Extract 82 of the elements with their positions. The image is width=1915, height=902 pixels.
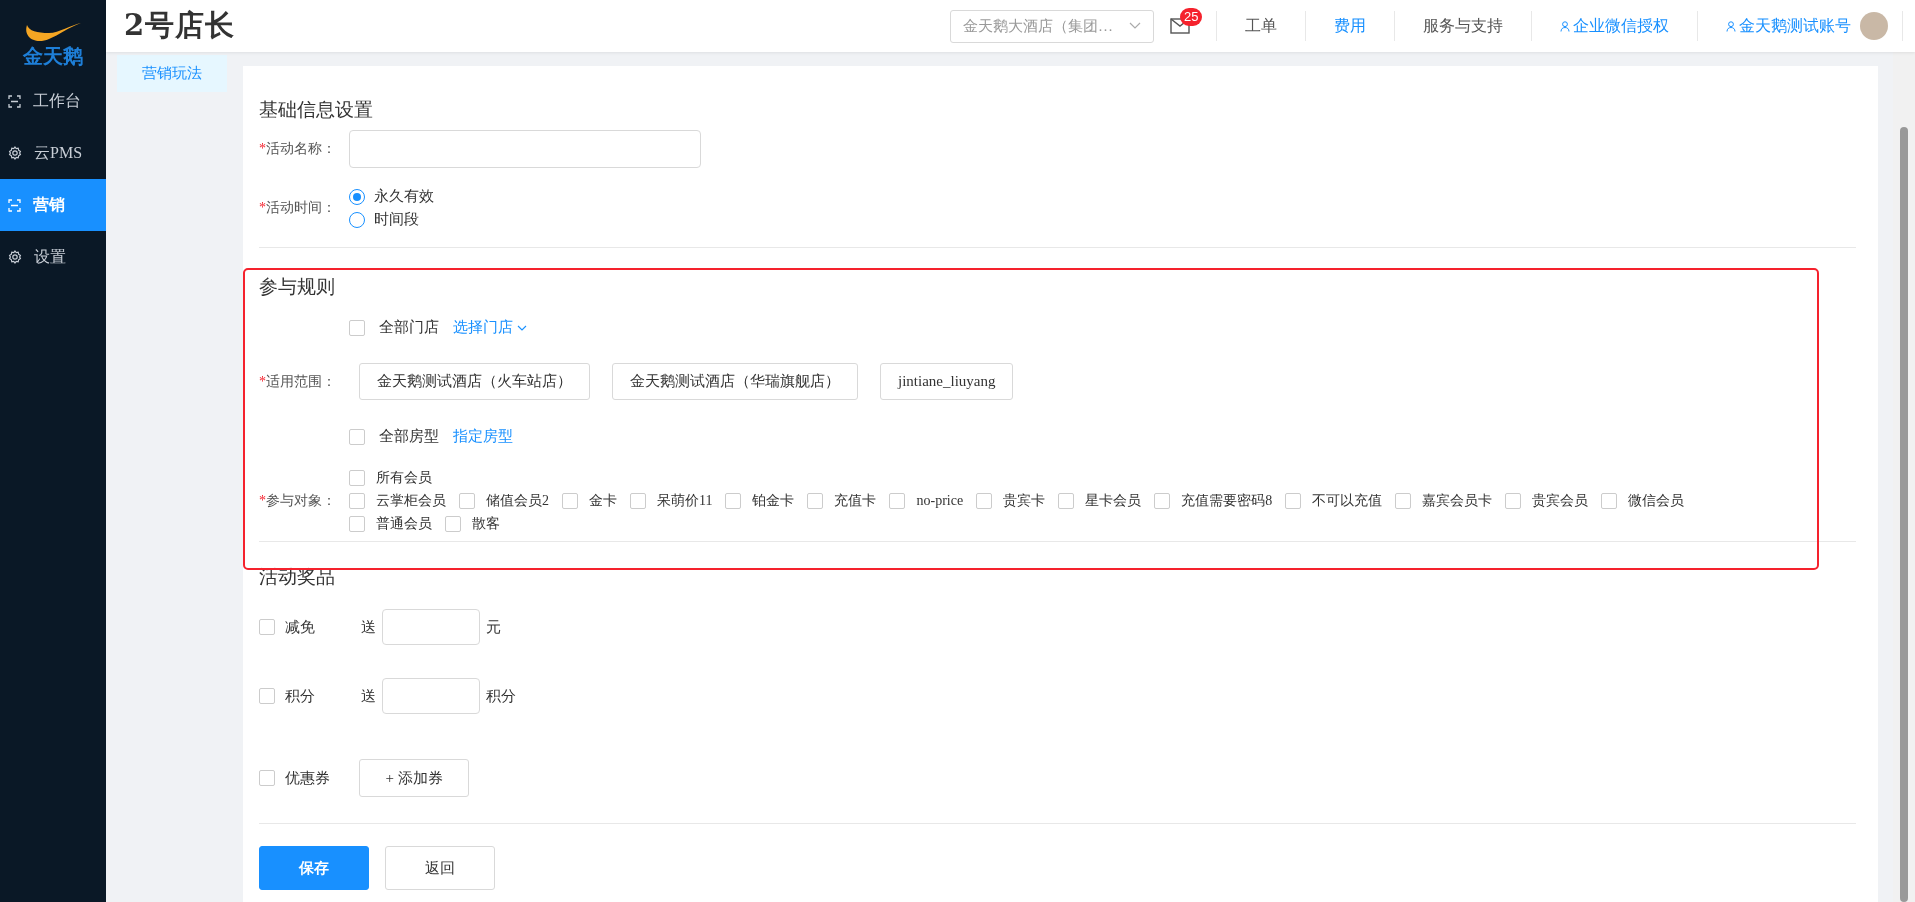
checkbox[interactable] bbox=[349, 319, 365, 336]
checkbox[interactable] bbox=[349, 469, 365, 486]
checkbox-option[interactable]: 普通会员 bbox=[349, 514, 432, 533]
checkbox-option[interactable]: 全部门店 bbox=[349, 318, 439, 337]
checkbox[interactable] bbox=[349, 492, 365, 509]
input-field[interactable] bbox=[382, 678, 480, 714]
checkbox-option[interactable]: 星卡会员 bbox=[1058, 491, 1142, 510]
gear-icon bbox=[8, 250, 22, 264]
add-coupon-button[interactable]: + 添加券 bbox=[359, 759, 469, 797]
checkbox-option[interactable]: 金卡 bbox=[562, 491, 617, 510]
notification-badge: 25 bbox=[1180, 8, 1203, 26]
bracket-frame-icon bbox=[8, 198, 21, 212]
checkbox-option[interactable]: 充值卡 bbox=[807, 491, 877, 510]
checkbox-option[interactable]: 不可以充值 bbox=[1285, 491, 1383, 510]
checkbox[interactable] bbox=[349, 428, 365, 445]
checkbox[interactable] bbox=[259, 688, 275, 704]
checkbox[interactable] bbox=[445, 515, 461, 532]
checkbox[interactable] bbox=[1601, 492, 1618, 509]
checkbox[interactable] bbox=[259, 619, 275, 635]
user-icon bbox=[1560, 20, 1570, 32]
input-field[interactable] bbox=[349, 130, 701, 168]
unit-text: 元 bbox=[486, 617, 501, 637]
checkbox[interactable] bbox=[1285, 492, 1302, 509]
checkbox-option[interactable]: 贵宾卡 bbox=[976, 491, 1046, 510]
header-link[interactable]: 服务与支持 bbox=[1394, 11, 1531, 41]
checkbox-option[interactable]: 嘉宾会员卡 bbox=[1395, 491, 1493, 510]
unit-text: 积分 bbox=[486, 686, 516, 706]
checkbox[interactable] bbox=[259, 770, 275, 786]
checkbox-option[interactable]: 微信会员 bbox=[1601, 491, 1685, 510]
checkbox[interactable] bbox=[1505, 492, 1522, 509]
checkbox[interactable] bbox=[562, 492, 578, 509]
checkbox[interactable] bbox=[349, 515, 365, 532]
checkbox-option[interactable]: 积分 bbox=[259, 686, 337, 706]
scrollbar-thumb[interactable] bbox=[1900, 127, 1908, 902]
checkbox-option[interactable]: 贵宾会员 bbox=[1505, 491, 1589, 510]
store-tag[interactable]: jintiane_liuyang bbox=[880, 363, 1014, 400]
gear-icon bbox=[8, 146, 22, 160]
checkbox[interactable] bbox=[459, 492, 475, 509]
logo-text: 金天鹅 bbox=[23, 45, 83, 67]
user-icon bbox=[1726, 20, 1736, 32]
chevron-down-icon bbox=[1129, 22, 1141, 30]
app-title: 2号店长 bbox=[124, 7, 236, 44]
radio-option[interactable]: 永久有效 bbox=[349, 185, 434, 208]
checkbox-option[interactable]: 减免 bbox=[259, 617, 337, 637]
checkbox[interactable] bbox=[1395, 492, 1412, 509]
field-label: *适用范围： bbox=[259, 372, 337, 391]
field-label: *参与对象： bbox=[259, 491, 337, 510]
avatar[interactable] bbox=[1860, 12, 1888, 40]
checkbox[interactable] bbox=[807, 492, 824, 509]
sidebar-item[interactable]: 云PMS bbox=[0, 127, 106, 179]
chevron-down-icon bbox=[517, 324, 527, 331]
checkbox-option[interactable]: 所有会员 bbox=[349, 468, 432, 487]
checkbox[interactable] bbox=[1058, 492, 1075, 509]
checkbox-option[interactable]: 呆萌价11 bbox=[630, 491, 713, 510]
field-text: 送 bbox=[361, 617, 376, 637]
field-label: *活动时间： bbox=[259, 199, 337, 217]
input-field[interactable] bbox=[382, 609, 480, 645]
checkbox[interactable] bbox=[725, 492, 742, 509]
checkbox-option[interactable]: 散客 bbox=[445, 514, 500, 533]
sidebar-item[interactable]: 工作台 bbox=[0, 75, 106, 127]
checkbox[interactable] bbox=[630, 492, 646, 509]
store-tag[interactable]: 金天鹅测试酒店（火车站店） bbox=[359, 363, 590, 400]
checkbox-option[interactable]: 充值需要密码8 bbox=[1154, 491, 1273, 510]
store-tag[interactable]: 金天鹅测试酒店（华瑞旗舰店） bbox=[612, 363, 858, 400]
checkbox-option[interactable]: 云掌柜会员 bbox=[349, 491, 446, 510]
bracket-frame-icon bbox=[8, 94, 21, 108]
checkbox[interactable] bbox=[976, 492, 993, 509]
radio-option[interactable]: 时间段 bbox=[349, 208, 434, 231]
section-title: 参与规则 bbox=[259, 276, 336, 298]
checkbox[interactable] bbox=[1154, 492, 1171, 509]
checkbox-option[interactable]: 优惠券 bbox=[259, 768, 337, 788]
checkbox-option[interactable]: 储值会员2 bbox=[459, 491, 549, 510]
checkbox-option[interactable]: no-price bbox=[889, 492, 964, 509]
header-link[interactable]: 工单 bbox=[1216, 11, 1305, 41]
section-title: 基础信息设置 bbox=[259, 98, 374, 122]
back-button[interactable]: 返回 bbox=[385, 846, 495, 890]
checkbox[interactable] bbox=[889, 492, 906, 509]
checkbox-option[interactable]: 全部房型 bbox=[349, 427, 439, 446]
sidebar-item[interactable]: 设置 bbox=[0, 231, 106, 283]
field-text: 送 bbox=[361, 686, 376, 706]
field-label: *活动名称： bbox=[259, 140, 337, 158]
checkbox-option[interactable]: 铂金卡 bbox=[725, 491, 795, 510]
